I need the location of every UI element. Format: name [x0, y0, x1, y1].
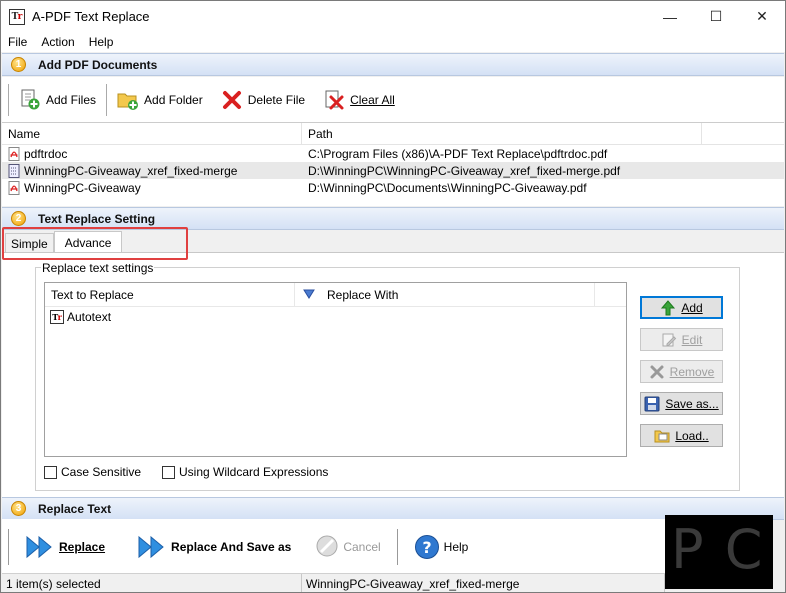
clear-all-label: Clear All — [350, 92, 395, 107]
up-arrow-icon — [660, 299, 676, 316]
wildcard-label: Using Wildcard Expressions — [179, 465, 329, 479]
close-button[interactable]: ✕ — [739, 1, 785, 32]
fast-forward-icon — [25, 534, 55, 560]
case-sensitive-checkbox[interactable]: Case Sensitive — [44, 465, 141, 479]
clear-all-icon — [323, 89, 345, 111]
column-text-to-replace[interactable]: Text to Replace — [45, 282, 295, 307]
svg-text:?: ? — [422, 538, 431, 557]
replace-label: Replace — [59, 540, 106, 554]
delete-file-button[interactable]: Delete File — [215, 87, 311, 113]
replace-button[interactable]: Replace — [13, 529, 117, 565]
step-1-icon: 1 — [11, 57, 26, 72]
replace-with-label: Replace With — [327, 287, 399, 302]
wildcard-checkbox[interactable]: Using Wildcard Expressions — [162, 465, 328, 479]
watermark-logo: P C — [665, 515, 773, 589]
file-toolbar: Add Files Add Folder Delete File Clear A… — [2, 77, 784, 122]
step-2-icon: 2 — [11, 211, 26, 226]
status-selected: 1 item(s) selected — [2, 573, 302, 592]
sort-arrow-icon — [303, 283, 315, 307]
replace-row-text: Autotext — [67, 310, 112, 324]
menu-file[interactable]: File — [1, 35, 34, 49]
add-folder-label: Add Folder — [144, 92, 203, 107]
section-replace-text-title: Replace Text — [38, 501, 112, 516]
save-as-button[interactable]: Save as... — [640, 392, 723, 415]
add-label: Add — [681, 300, 703, 315]
title-bar: Tr A-PDF Text Replace — ☐ ✕ — [1, 1, 785, 32]
remove-x-icon — [649, 364, 665, 380]
file-name: pdftrdoc — [24, 146, 68, 161]
text-replace-icon: Tr — [50, 310, 64, 324]
column-path[interactable]: Path — [302, 122, 702, 145]
help-label: Help — [443, 540, 469, 554]
remove-button[interactable]: Remove — [640, 360, 723, 383]
replace-list-header: Text to Replace Replace With — [45, 282, 626, 307]
cancel-button[interactable]: Cancel — [303, 529, 392, 565]
add-files-button[interactable]: Add Files — [13, 87, 102, 113]
replace-and-save-button[interactable]: Replace And Save as — [125, 529, 303, 565]
watermark-text: P C — [671, 518, 765, 581]
open-folder-icon — [654, 428, 670, 444]
case-sensitive-label: Case Sensitive — [61, 465, 142, 479]
file-name: WinningPC-Giveaway_xref_fixed-merge — [24, 163, 238, 178]
file-path: C:\Program Files (x86)\A-PDF Text Replac… — [308, 146, 608, 161]
column-replace-with[interactable]: Replace With — [295, 282, 595, 307]
file-row-selected[interactable]: WinningPC-Giveaway_xref_fixed-merge D:\W… — [2, 162, 784, 179]
section-add-pdf-title: Add PDF Documents — [38, 57, 158, 72]
pdf-file-icon — [8, 146, 21, 161]
status-current-file: WinningPC-Giveaway_xref_fixed-merge — [302, 573, 665, 592]
pdf-file-icon — [8, 180, 21, 195]
wildcard-box[interactable] — [162, 465, 175, 479]
replace-list[interactable]: Text to Replace Replace With Tr Autotext — [44, 282, 627, 457]
file-list-header: Name Path — [2, 122, 784, 145]
help-icon: ? — [414, 534, 440, 560]
file-row[interactable]: WinningPC-Giveaway D:\WinningPC\Document… — [2, 179, 784, 196]
remove-label: Remove — [669, 364, 715, 379]
column-name[interactable]: Name — [2, 122, 302, 145]
cancel-icon — [315, 534, 339, 560]
file-row[interactable]: pdftrdoc C:\Program Files (x86)\A-PDF Te… — [2, 145, 784, 162]
add-button[interactable]: Add — [640, 296, 723, 319]
replace-settings-label: Replace text settings — [41, 261, 155, 275]
load-label: Load.. — [675, 428, 709, 443]
step-3-icon: 3 — [11, 501, 26, 516]
replace-and-save-label: Replace And Save as — [171, 540, 292, 554]
delete-file-label: Delete File — [247, 92, 306, 107]
save-as-label: Save as... — [665, 396, 719, 411]
app-icon: Tr — [9, 8, 25, 25]
clear-all-button[interactable]: Clear All — [317, 87, 401, 113]
add-folder-button[interactable]: Add Folder — [111, 87, 209, 113]
maximize-button[interactable]: ☐ — [693, 1, 739, 32]
load-button[interactable]: Load.. — [640, 424, 723, 447]
add-files-icon — [19, 89, 41, 111]
replace-toolbar: Replace Replace And Save as Cancel ? Hel… — [2, 519, 665, 575]
pdf-file-icon — [8, 163, 21, 178]
edit-button[interactable]: Edit — [640, 328, 723, 351]
fast-forward-icon — [137, 534, 167, 560]
edit-icon — [661, 332, 677, 348]
menu-bar: File Action Help — [1, 32, 785, 52]
floppy-disk-icon — [644, 396, 660, 412]
file-list[interactable]: Name Path pdftrdoc C:\Program Files (x86… — [2, 122, 784, 206]
delete-x-icon — [221, 89, 243, 111]
section-add-pdf-header: 1 Add PDF Documents — [2, 53, 784, 76]
edit-label: Edit — [681, 332, 703, 347]
window-title: A-PDF Text Replace — [32, 9, 150, 24]
replace-row[interactable]: Tr Autotext — [45, 307, 626, 327]
file-path: D:\WinningPC\WinningPC-Giveaway_xref_fix… — [308, 163, 621, 178]
minimize-button[interactable]: — — [647, 1, 693, 32]
status-bar: 1 item(s) selected WinningPC-Giveaway_xr… — [2, 573, 665, 592]
file-name: WinningPC-Giveaway — [24, 180, 141, 195]
app-window: Tr A-PDF Text Replace — ☐ ✕ File Action … — [0, 0, 786, 593]
section-text-replace-title: Text Replace Setting — [38, 211, 156, 226]
cancel-label: Cancel — [343, 540, 381, 554]
case-sensitive-box[interactable] — [44, 465, 57, 479]
help-button[interactable]: ? Help — [402, 529, 481, 565]
menu-help[interactable]: Help — [82, 35, 121, 49]
menu-action[interactable]: Action — [34, 35, 81, 49]
file-path: D:\WinningPC\Documents\WinningPC-Giveawa… — [308, 180, 587, 195]
add-folder-icon — [117, 89, 139, 111]
highlight-annotation — [2, 227, 188, 260]
add-files-label: Add Files — [46, 92, 97, 107]
